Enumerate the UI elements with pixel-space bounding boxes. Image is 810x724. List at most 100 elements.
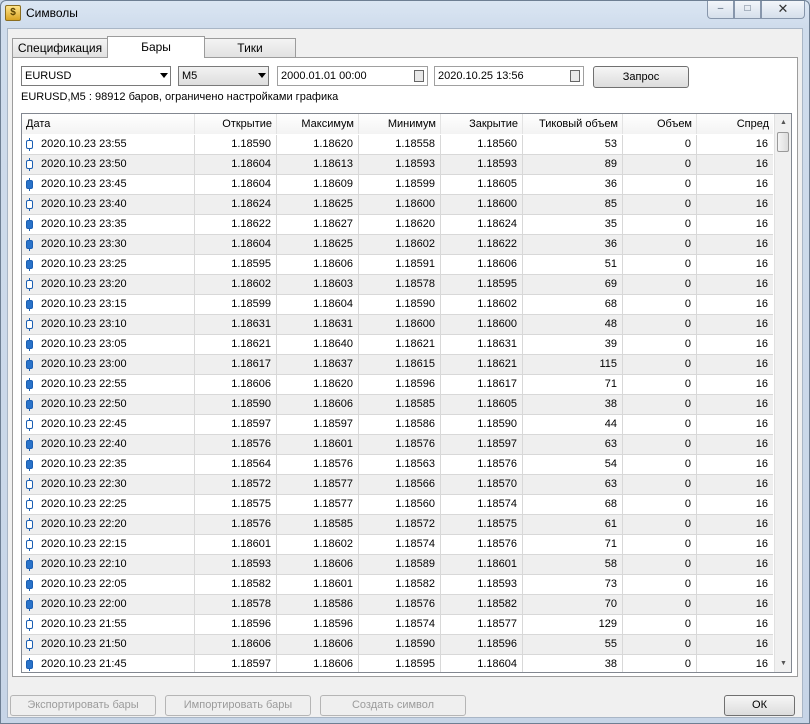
bullish-candle-icon (26, 398, 34, 411)
table-row[interactable]: 2020.10.23 23:10 1.18631 1.18631 1.18600 1.1… (22, 315, 773, 335)
table-row[interactable]: 2020.10.23 23:50 1.18604 1.18613 1.18593 1.1… (22, 155, 773, 175)
bar-date: 2020.10.23 22:10 (41, 558, 127, 570)
cell-date: 2020.10.23 23:15 (22, 295, 195, 314)
cell-tick-volume: 63 (523, 475, 623, 494)
timeframe-select[interactable]: M5 (178, 66, 269, 86)
date-to-field[interactable]: 2020.10.25 13:56 (434, 66, 584, 86)
ok-button[interactable]: ОК (724, 695, 795, 716)
col-volume[interactable]: Объем (623, 114, 697, 134)
cell-date: 2020.10.23 23:45 (22, 175, 195, 194)
table-row[interactable]: 2020.10.23 21:55 1.18596 1.18596 1.18574 1.1… (22, 615, 773, 635)
col-high[interactable]: Максимум (277, 114, 359, 134)
bars-table: Дата Открытие Максимум Минимум Закрытие … (21, 113, 792, 673)
tab-bars[interactable]: Бары (107, 36, 205, 58)
table-row[interactable]: 2020.10.23 22:55 1.18606 1.18620 1.18596 1.1… (22, 375, 773, 395)
bar-date: 2020.10.23 23:50 (41, 158, 127, 170)
bullish-candle-icon (26, 658, 34, 671)
cell-volume: 0 (623, 495, 697, 514)
title-bar[interactable]: $ Символы – □ ✕ (1, 1, 809, 27)
tab-specification[interactable]: Спецификация (12, 38, 108, 57)
bar-date: 2020.10.23 23:55 (41, 138, 127, 150)
table-row[interactable]: 2020.10.23 23:15 1.18599 1.18604 1.18590 1.1… (22, 295, 773, 315)
bar-date: 2020.10.23 22:35 (41, 458, 127, 470)
table-row[interactable]: 2020.10.23 22:00 1.18578 1.18586 1.18576 1.1… (22, 595, 773, 615)
cell-tick-volume: 36 (523, 175, 623, 194)
cell-spread: 16 (755, 178, 768, 190)
table-row[interactable]: 2020.10.23 22:25 1.18575 1.18577 1.18560 1.1… (22, 495, 773, 515)
col-open[interactable]: Открытие (195, 114, 277, 134)
table-row[interactable]: 2020.10.23 23:55 1.18590 1.18620 1.18558 1.1… (22, 135, 773, 155)
bars-info: EURUSD,M5 : 98912 баров, ограничено наст… (21, 91, 339, 103)
bearish-candle-icon (26, 638, 34, 651)
table-row[interactable]: 2020.10.23 23:45 1.18604 1.18609 1.18599 1.1… (22, 175, 773, 195)
table-row[interactable]: 2020.10.23 22:40 1.18576 1.18601 1.18576 1.1… (22, 435, 773, 455)
cell-close: 1.18577 (441, 615, 523, 634)
col-close[interactable]: Закрытие (441, 114, 523, 134)
export-bars-button[interactable]: Экспортировать бары (10, 695, 156, 716)
create-symbol-button[interactable]: Создать символ (320, 695, 466, 716)
date-to-value: 2020.10.25 13:56 (438, 70, 524, 82)
cell-low: 1.18600 (359, 315, 441, 334)
table-row[interactable]: 2020.10.23 23:35 1.18622 1.18627 1.18620 1.1… (22, 215, 773, 235)
cell-spread: 16 (755, 518, 768, 530)
table-row[interactable]: 2020.10.23 23:05 1.18621 1.18640 1.18621 1.1… (22, 335, 773, 355)
cell-high: 1.18604 (277, 295, 359, 314)
table-row[interactable]: 2020.10.23 21:50 1.18606 1.18606 1.18590 1.1… (22, 635, 773, 655)
timeframe-value: M5 (182, 70, 198, 82)
col-spread[interactable]: Спред (697, 114, 773, 134)
cell-close: 1.18621 (441, 355, 523, 374)
cell-spread: 16 (755, 198, 768, 210)
table-row[interactable]: 2020.10.23 22:05 1.18582 1.18601 1.18582 1.1… (22, 575, 773, 595)
col-date[interactable]: Дата (22, 114, 195, 134)
cell-tick-volume: 70 (523, 595, 623, 614)
cell-high: 1.18637 (277, 355, 359, 374)
symbol-select[interactable]: EURUSD (21, 66, 171, 86)
maximize-button[interactable]: □ (734, 1, 761, 19)
table-row[interactable]: 2020.10.23 22:45 1.18597 1.18597 1.18586 1.1… (22, 415, 773, 435)
cell-tick-volume: 36 (523, 235, 623, 254)
scroll-down-icon[interactable]: ▼ (775, 655, 791, 672)
cell-date: 2020.10.23 22:45 (22, 415, 195, 434)
tab-ticks[interactable]: Тики (204, 38, 296, 57)
import-bars-button[interactable]: Импортировать бары (165, 695, 311, 716)
cell-open: 1.18576 (195, 435, 277, 454)
col-tick-volume[interactable]: Тиковый объем (523, 114, 623, 134)
cell-open: 1.18593 (195, 555, 277, 574)
cell-volume: 0 (623, 195, 697, 214)
cell-tick-volume: 115 (523, 355, 623, 374)
table-row[interactable]: 2020.10.23 23:20 1.18602 1.18603 1.18578 1.1… (22, 275, 773, 295)
minimize-button[interactable]: – (707, 1, 734, 19)
vertical-scrollbar[interactable]: ▲ ▼ (774, 114, 791, 672)
cell-close: 1.18575 (441, 515, 523, 534)
cell-low: 1.18576 (359, 435, 441, 454)
cell-close: 1.18617 (441, 375, 523, 394)
cell-high: 1.18613 (277, 155, 359, 174)
table-row[interactable]: 2020.10.23 22:10 1.18593 1.18606 1.18589 1.1… (22, 555, 773, 575)
table-row[interactable]: 2020.10.23 21:45 1.18597 1.18606 1.18595 1.1… (22, 655, 773, 672)
calendar-icon[interactable] (570, 70, 580, 82)
cell-low: 1.18621 (359, 335, 441, 354)
table-row[interactable]: 2020.10.23 22:35 1.18564 1.18576 1.18563 1.1… (22, 455, 773, 475)
table-row[interactable]: 2020.10.23 22:30 1.18572 1.18577 1.18566 1.1… (22, 475, 773, 495)
cell-high: 1.18625 (277, 235, 359, 254)
table-row[interactable]: 2020.10.23 23:30 1.18604 1.18625 1.18602 1.1… (22, 235, 773, 255)
request-button[interactable]: Запрос (593, 66, 689, 88)
cell-date: 2020.10.23 22:10 (22, 555, 195, 574)
scroll-up-icon[interactable]: ▲ (775, 114, 791, 131)
date-from-field[interactable]: 2000.01.01 00:00 (277, 66, 428, 86)
bar-date: 2020.10.23 23:20 (41, 278, 127, 290)
close-button[interactable]: ✕ (761, 1, 805, 19)
table-row[interactable]: 2020.10.23 23:40 1.18624 1.18625 1.18600 1.1… (22, 195, 773, 215)
table-row[interactable]: 2020.10.23 23:00 1.18617 1.18637 1.18615 1.1… (22, 355, 773, 375)
table-row[interactable]: 2020.10.23 22:50 1.18590 1.18606 1.18585 1.1… (22, 395, 773, 415)
scrollbar-thumb[interactable] (777, 132, 789, 152)
table-row[interactable]: 2020.10.23 23:25 1.18595 1.18606 1.18591 1.1… (22, 255, 773, 275)
table-row[interactable]: 2020.10.23 22:20 1.18576 1.18585 1.18572 1.1… (22, 515, 773, 535)
col-low[interactable]: Минимум (359, 114, 441, 134)
cell-close: 1.18576 (441, 455, 523, 474)
cell-open: 1.18599 (195, 295, 277, 314)
cell-open: 1.18564 (195, 455, 277, 474)
calendar-icon[interactable] (414, 70, 424, 82)
table-row[interactable]: 2020.10.23 22:15 1.18601 1.18602 1.18574 1.1… (22, 535, 773, 555)
cell-tick-volume: 71 (523, 375, 623, 394)
